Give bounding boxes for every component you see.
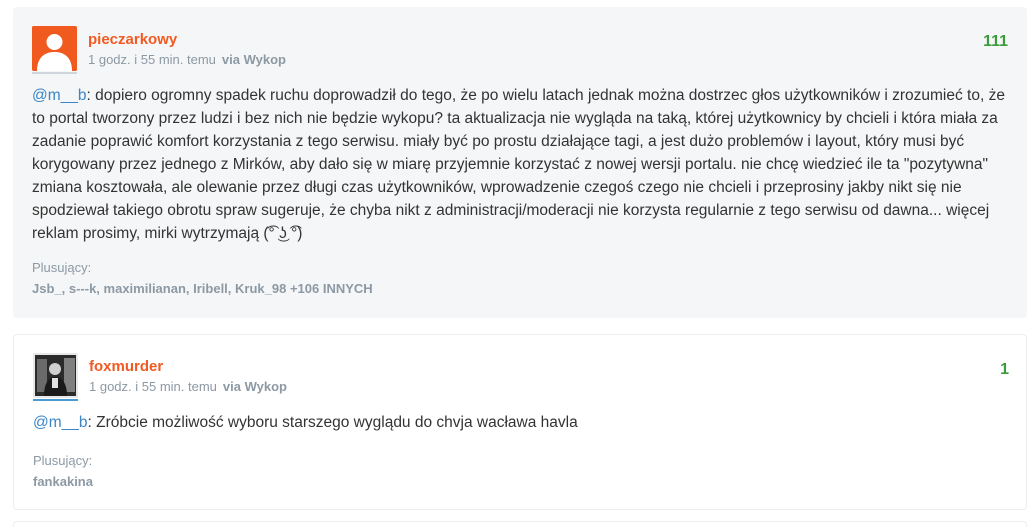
comment-2: foxmurder 1 godz. i 55 min. temu via Wyko… [13, 334, 1027, 510]
vote-count[interactable]: 1 [1000, 361, 1009, 379]
comment-1: pieczarkowy 1 godz. i 55 min. temu via Wy… [13, 7, 1027, 318]
plus-users: Jsb_, s---k, maximilianan, Iribell, Kruk… [32, 281, 373, 296]
plus-users-list[interactable]: fankakina [33, 474, 93, 489]
comment-body: @m__b: dopiero ogromny spadek ruchu dopr… [32, 84, 1007, 245]
mention-link[interactable]: @m__b [32, 87, 87, 104]
comment-text: : Zróbcie możliwość wyboru starszego wyg… [87, 414, 578, 431]
comment-meta: 1 godz. i 55 min. temu via Wykop [89, 379, 287, 394]
avatar-underline [33, 399, 78, 401]
timestamp[interactable]: 1 godz. i 55 min. temu [89, 379, 217, 394]
via-source[interactable]: via Wykop [222, 52, 286, 67]
vote-count[interactable]: 111 [983, 33, 1008, 51]
comment-body: @m__b: Zróbcie możliwość wyboru starszeg… [33, 411, 1008, 434]
timestamp[interactable]: 1 godz. i 55 min. temu [88, 52, 216, 67]
plus-more-link[interactable]: +106 INNYCH [290, 281, 373, 296]
plus-label: Plusujący: [33, 453, 93, 468]
author-link[interactable]: pieczarkowy [88, 31, 177, 48]
author-link[interactable]: foxmurder [89, 358, 163, 375]
avatar-underline [32, 72, 77, 74]
plus-users-list[interactable]: Jsb_, s---k, maximilianan, Iribell, Kruk… [32, 281, 286, 296]
next-comment-edge [13, 521, 1027, 527]
mention-link[interactable]: @m__b [33, 414, 88, 431]
via-source[interactable]: via Wykop [223, 379, 287, 394]
plus-users: fankakina [33, 474, 93, 489]
photo-avatar-icon [33, 353, 78, 398]
user-avatar-icon [32, 26, 77, 71]
plus-label: Plusujący: [32, 260, 92, 275]
avatar[interactable] [32, 26, 77, 71]
avatar[interactable] [33, 353, 78, 398]
comment-meta: 1 godz. i 55 min. temu via Wykop [88, 52, 286, 67]
comment-text: : dopiero ogromny spadek ruchu doprowadz… [32, 87, 1005, 242]
